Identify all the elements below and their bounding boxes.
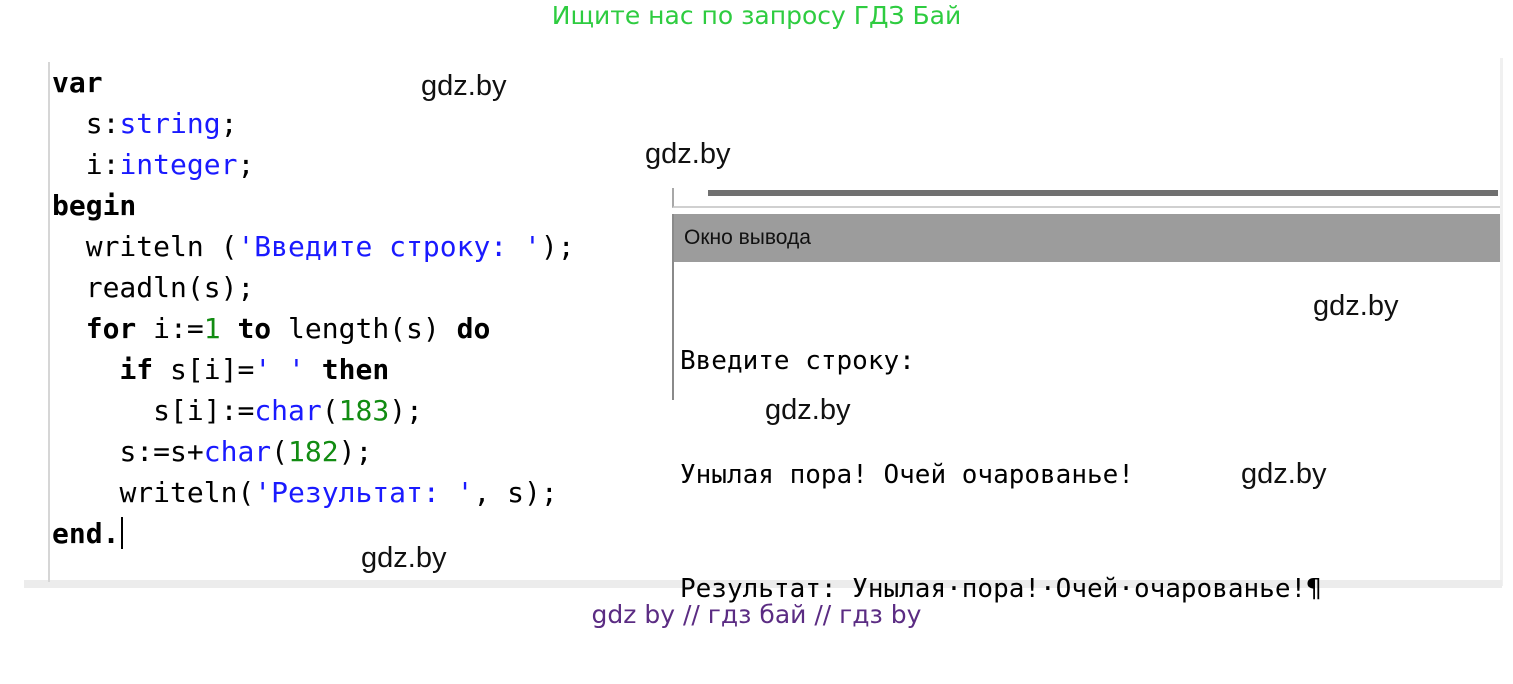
code-token: if [119, 353, 154, 386]
code-editor[interactable]: var s:string; i:integer; begin writeln ('… [52, 62, 575, 554]
code-token: 182 [288, 435, 339, 468]
code-line[interactable]: writeln('Результат: ', s); [52, 472, 575, 513]
code-token: ; [220, 107, 238, 140]
code-line[interactable]: begin [52, 185, 575, 226]
code-token: ); [389, 394, 423, 427]
code-token: char [203, 435, 272, 468]
editor-gutter-line [48, 62, 50, 582]
code-token: ); [540, 230, 575, 263]
code-token: s:=s+ [119, 435, 204, 468]
watermark: gdz.by [765, 394, 851, 426]
top-banner: Ищите нас по запросу ГДЗ Бай [551, 1, 962, 30]
output-line: Унылая пора! Очей очарованье! [680, 460, 1134, 490]
code-token: 'Введите строку: ' [237, 230, 541, 263]
code-token: ' ' [254, 353, 305, 386]
code-token: integer [119, 148, 238, 181]
code-token: writeln ( [85, 230, 238, 263]
code-token: ( [321, 394, 339, 427]
code-token: s[i]= [153, 353, 255, 386]
code-token: s[i]:= [153, 394, 255, 427]
code-token: ); [338, 435, 373, 468]
window-right-edge [1500, 58, 1503, 586]
code-line[interactable]: writeln ('Введите строку: '); [52, 226, 575, 267]
code-token: end. [52, 517, 120, 550]
code-line[interactable]: readln(s); [52, 267, 575, 308]
code-token: string [119, 107, 221, 140]
code-token: do [456, 312, 491, 345]
code-token: i: [85, 148, 120, 181]
code-token: to [237, 312, 272, 345]
code-token: readln(s); [85, 271, 255, 304]
code-token: i:= [136, 312, 204, 345]
code-line[interactable]: end. [52, 513, 575, 554]
scrollbar-thumb[interactable] [708, 190, 1498, 196]
code-token: writeln( [119, 476, 255, 509]
code-line[interactable]: s:string; [52, 103, 575, 144]
watermark: gdz.by [1241, 458, 1327, 490]
code-line[interactable]: s:=s+char(182); [52, 431, 575, 472]
watermark: gdz.by [1313, 290, 1399, 322]
output-panel-title: Окно вывода [674, 214, 1500, 262]
code-line[interactable]: s[i]:=char(183); [52, 390, 575, 431]
code-token: begin [52, 189, 137, 222]
code-line[interactable]: for i:=1 to length(s) do [52, 308, 575, 349]
code-token: ( [271, 435, 289, 468]
code-line[interactable]: if s[i]=' ' then [52, 349, 575, 390]
code-token: 183 [338, 394, 390, 427]
watermark: gdz.by [421, 70, 507, 102]
footer-links: gdz by // гдз бай // гдз by [591, 600, 922, 629]
code-line[interactable]: i:integer; [52, 144, 575, 185]
code-token: length(s) [271, 312, 457, 345]
watermark: gdz.by [645, 138, 731, 170]
code-token: var [52, 66, 103, 99]
code-token: for [85, 312, 137, 345]
code-token: 1 [203, 312, 221, 345]
code-token: char [254, 394, 322, 427]
code-token: then [321, 353, 390, 386]
code-token: s: [85, 107, 120, 140]
text-caret [121, 517, 124, 549]
code-token: 'Результат: ' [254, 476, 474, 509]
watermark: gdz.by [361, 542, 447, 574]
output-line: Введите строку: [680, 346, 915, 376]
horizontal-scrollbar[interactable] [672, 188, 1500, 208]
code-token: , s); [473, 476, 558, 509]
code-token: ; [237, 148, 255, 181]
